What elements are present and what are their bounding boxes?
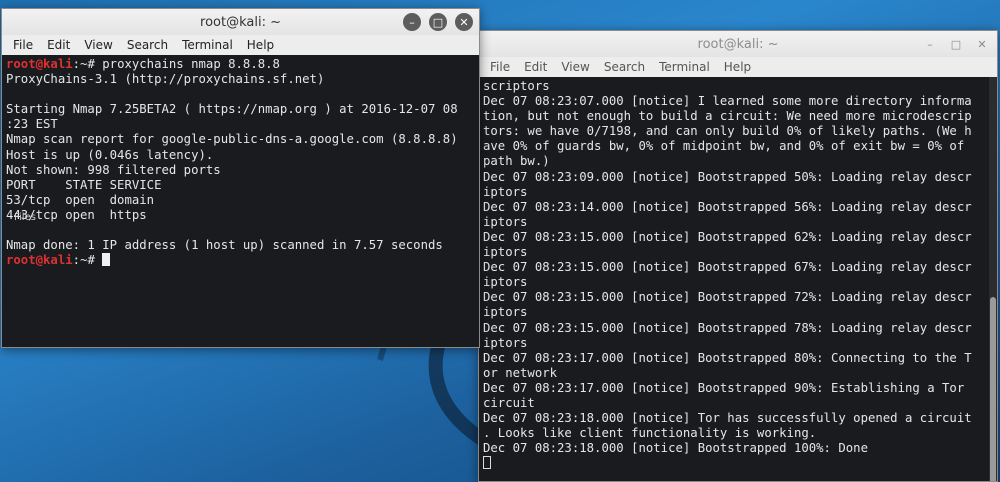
output-line: Not shown: 998 filtered ports xyxy=(6,162,221,177)
command-line: root@kali:~# proxychains nmap 8.8.8.8 xyxy=(6,57,479,72)
prompt-user: root@kali xyxy=(6,253,73,268)
menu-file[interactable]: File xyxy=(6,38,40,52)
output-line: tion, but not enough to build a circuit:… xyxy=(483,109,972,124)
menu-view[interactable]: View xyxy=(77,38,119,52)
output-line: Dec 07 08:23:14.000 [notice] Bootstrappe… xyxy=(483,199,972,214)
output-line: tors: we have 0/7198, and can only build… xyxy=(483,124,972,139)
menu-view[interactable]: View xyxy=(554,60,596,74)
output-line: iptors xyxy=(483,214,528,229)
window-title: root@kali: ~ xyxy=(200,14,281,30)
terminal-window-secondary[interactable]: root@kali: ~ – □ ✕ File Edit View Search… xyxy=(478,30,998,482)
files-tooltip: Files xyxy=(14,212,36,223)
output-line: Dec 07 08:23:07.000 [notice] I learned s… xyxy=(483,94,972,109)
output-line: Dec 07 08:23:17.000 [notice] Bootstrappe… xyxy=(483,380,965,395)
output-line: 53/tcp open domain xyxy=(6,192,155,207)
output-line: Dec 07 08:23:18.000 [notice] Bootstrappe… xyxy=(483,441,868,456)
menu-edit[interactable]: Edit xyxy=(517,60,554,74)
menu-search[interactable]: Search xyxy=(120,38,175,52)
output-line: Dec 07 08:23:15.000 [notice] Bootstrappe… xyxy=(483,229,972,244)
menu-bar: File Edit View Search Terminal Help xyxy=(479,57,997,77)
close-icon[interactable]: ✕ xyxy=(455,13,473,31)
output-line: Dec 07 08:23:15.000 [notice] Bootstrappe… xyxy=(483,320,972,335)
window-title: root@kali: ~ xyxy=(697,36,779,52)
output-line: ave 0% of guards bw, 0% of midpoint bw, … xyxy=(483,139,965,154)
terminal-cursor xyxy=(102,253,111,267)
output-line: Dec 07 08:23:15.000 [notice] Bootstrappe… xyxy=(483,260,972,275)
output-line: Host is up (0.046s latency). xyxy=(6,147,214,162)
output-line: path bw.) xyxy=(483,154,550,169)
menu-bar: File Edit View Search Terminal Help xyxy=(2,35,479,55)
prompt-suffix: :~# xyxy=(72,57,103,71)
window-titlebar[interactable]: root@kali: ~ – □ ✕ xyxy=(479,31,997,57)
terminal-cursor xyxy=(483,456,491,470)
prompt-suffix: :~# xyxy=(72,253,103,268)
output-line: PORT STATE SERVICE xyxy=(6,177,162,192)
close-icon[interactable]: ✕ xyxy=(973,35,991,53)
output-line: 443/tcp open https xyxy=(6,207,147,222)
output-line: :23 EST xyxy=(6,117,58,132)
output-line: scriptors xyxy=(483,79,550,93)
menu-file[interactable]: File xyxy=(483,60,517,74)
menu-help[interactable]: Help xyxy=(717,60,758,74)
output-line: Dec 07 08:23:17.000 [notice] Bootstrappe… xyxy=(483,350,972,365)
output-line: or network xyxy=(483,365,558,380)
command-text: proxychains nmap 8.8.8.8 xyxy=(102,57,280,71)
scrollbar-thumb[interactable] xyxy=(990,297,996,481)
menu-help[interactable]: Help xyxy=(240,38,281,52)
menu-terminal[interactable]: Terminal xyxy=(652,60,717,74)
terminal-output-area[interactable]: scriptors Dec 07 08:23:07.000 [notice] I… xyxy=(479,77,997,481)
terminal-window-primary[interactable]: root@kali: ~ – □ ✕ File Edit View Search… xyxy=(1,8,480,348)
output-line: iptors xyxy=(483,275,528,290)
output-line: circuit xyxy=(483,395,535,410)
command-line[interactable]: root@kali:~# xyxy=(6,253,479,268)
menu-terminal[interactable]: Terminal xyxy=(175,38,240,52)
output-line: Starting Nmap 7.25BETA2 ( https://nmap.o… xyxy=(6,102,458,117)
maximize-icon[interactable]: □ xyxy=(947,35,965,53)
window-titlebar[interactable]: root@kali: ~ – □ ✕ xyxy=(2,9,479,35)
scrollbar[interactable] xyxy=(989,77,997,481)
output-line: . Looks like client functionality is wor… xyxy=(483,426,817,441)
output-line: iptors xyxy=(483,245,528,260)
menu-search[interactable]: Search xyxy=(597,60,652,74)
output-line: ProxyChains-3.1 (http://proxychains.sf.n… xyxy=(6,72,325,87)
minimize-icon[interactable]: – xyxy=(403,13,421,31)
output-line: iptors xyxy=(483,335,528,350)
output-line: Dec 07 08:23:09.000 [notice] Bootstrappe… xyxy=(483,169,972,184)
maximize-icon[interactable]: □ xyxy=(429,13,447,31)
minimize-icon[interactable]: – xyxy=(921,35,939,53)
output-line: iptors xyxy=(483,305,528,320)
menu-edit[interactable]: Edit xyxy=(40,38,77,52)
output-line: Nmap scan report for google-public-dns-a… xyxy=(6,132,458,147)
output-line: Nmap done: 1 IP address (1 host up) scan… xyxy=(6,238,443,253)
output-line: iptors xyxy=(483,184,528,199)
cursor-line xyxy=(483,456,997,471)
output-line: Dec 07 08:23:18.000 [notice] Tor has suc… xyxy=(483,411,972,426)
terminal-output-area[interactable]: root@kali:~# proxychains nmap 8.8.8.8 Pr… xyxy=(2,55,479,347)
prompt-user: root@kali xyxy=(6,57,73,71)
output-line: Dec 07 08:23:15.000 [notice] Bootstrappe… xyxy=(483,290,972,305)
